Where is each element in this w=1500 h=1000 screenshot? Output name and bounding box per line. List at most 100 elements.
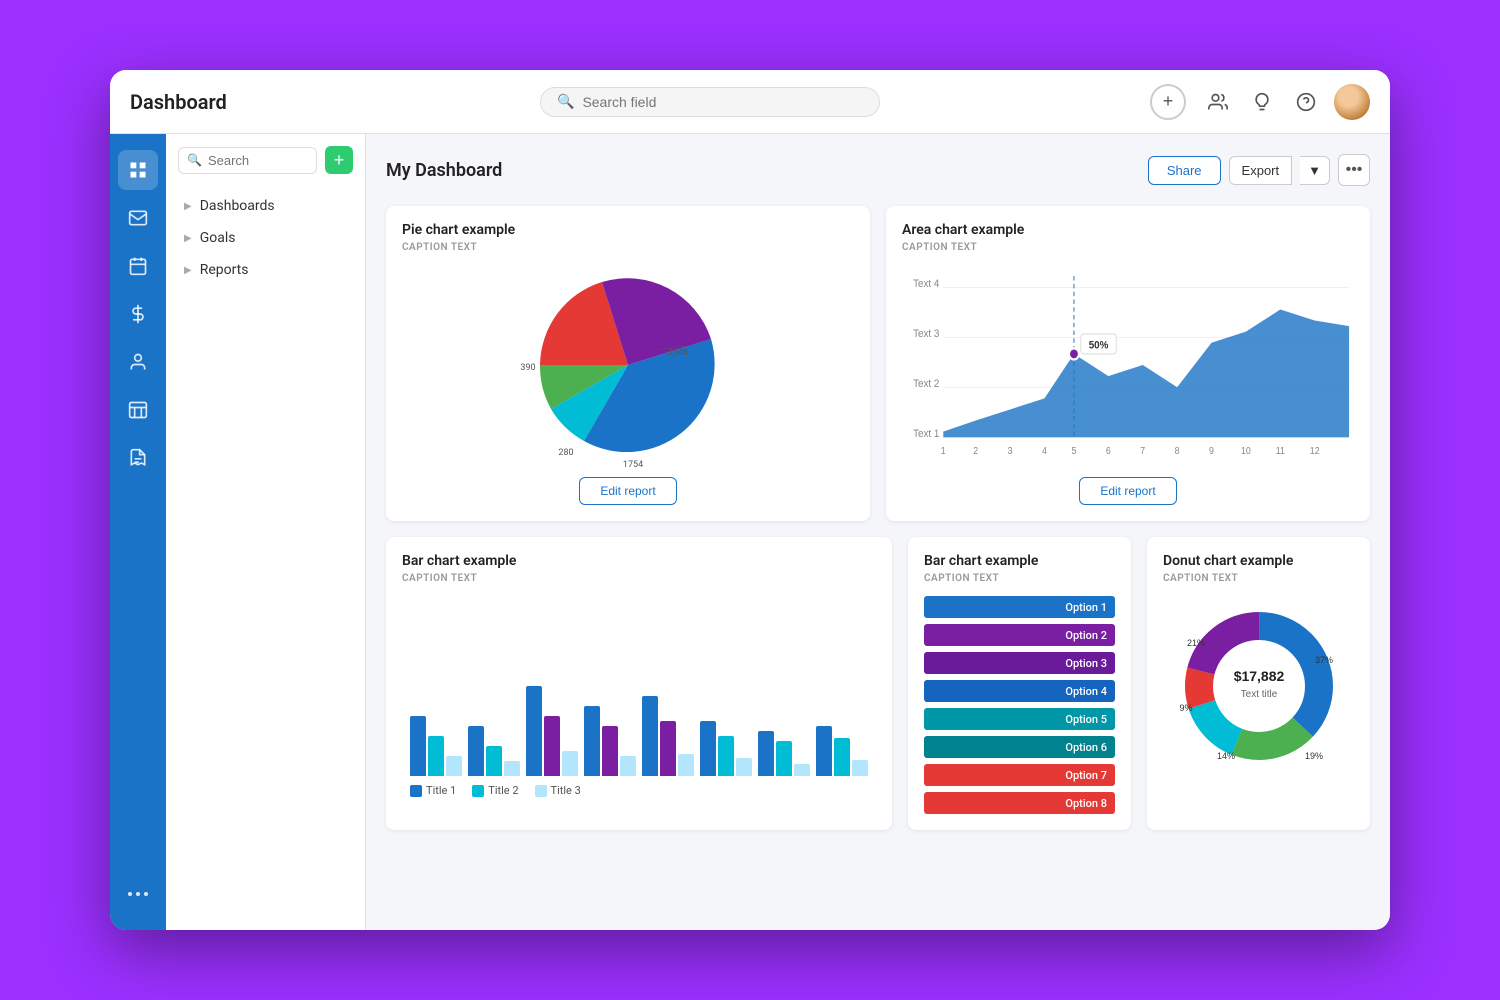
svg-text:6: 6 xyxy=(1106,444,1111,456)
area-edit-button[interactable]: Edit report xyxy=(1079,477,1176,505)
donut-center-label: Text title xyxy=(1240,689,1277,700)
pie-label-390: 390 xyxy=(520,363,535,373)
svg-text:8: 8 xyxy=(1175,444,1180,456)
bar-seg-blue xyxy=(584,706,600,776)
sidebar-item-reports[interactable]: ▶ Reports xyxy=(178,254,353,286)
bar-seg-light xyxy=(562,751,578,776)
svg-text:10: 10 xyxy=(1241,444,1251,456)
add-button[interactable]: + xyxy=(1150,84,1186,120)
bar-seg-blue xyxy=(700,721,716,776)
legend-dot-3 xyxy=(535,785,547,797)
bar-seg-cyan xyxy=(834,738,850,776)
bar-seg-purple xyxy=(660,721,676,776)
pie-label-2548: 2548 xyxy=(668,348,688,358)
svg-text:5: 5 xyxy=(1071,444,1076,456)
donut-pct-purple: 21% xyxy=(1186,638,1204,648)
bar-horizontal-chart-card: Bar chart example CAPTION TEXT Option 1 … xyxy=(908,537,1131,830)
legend-label-2: Title 2 xyxy=(488,784,518,797)
bar-seg-cyan xyxy=(486,746,502,776)
svg-text:9: 9 xyxy=(1209,444,1214,456)
avatar[interactable] xyxy=(1334,84,1370,120)
area-chart-caption: CAPTION TEXT xyxy=(902,242,1354,253)
bar-seg-light xyxy=(736,758,752,776)
bar-h-row-8: Option 8 xyxy=(924,792,1115,814)
bar-group-3 xyxy=(526,686,578,776)
sidebar-icon-person[interactable] xyxy=(118,342,158,382)
pie-chart-title: Pie chart example xyxy=(402,222,854,238)
donut-pct-green: 19% xyxy=(1304,751,1322,761)
donut-pct-blue: 37% xyxy=(1314,655,1332,665)
export-button[interactable]: Export xyxy=(1229,156,1293,185)
top-search-bar[interactable]: 🔍 xyxy=(540,87,880,117)
sidebar-search-input[interactable] xyxy=(208,153,308,168)
bar-h-bar-3: Option 3 xyxy=(924,652,1115,674)
users-icon[interactable] xyxy=(1202,86,1234,118)
pie-chart-svg: 2548 280 1754 390 xyxy=(528,265,728,465)
bar-seg-light xyxy=(678,754,694,776)
bar-v-container xyxy=(402,596,876,776)
app-frame: Dashboard 🔍 + xyxy=(110,70,1390,930)
bar-group-2 xyxy=(468,726,520,776)
plus-icon: + xyxy=(1163,91,1174,112)
bar-seg-light xyxy=(620,756,636,776)
sidebar-icon-receipt[interactable] xyxy=(118,438,158,478)
top-bar: Dashboard 🔍 + xyxy=(110,70,1390,134)
sidebar-icon-grid[interactable] xyxy=(118,150,158,190)
sidebar-add-button[interactable]: + xyxy=(325,146,353,174)
sidebar-icon-mail[interactable] xyxy=(118,198,158,238)
sidebar-search[interactable]: 🔍 xyxy=(178,147,317,174)
donut-svg: $17,882 Text title 37% 19% 14% 9% 21% xyxy=(1164,591,1354,781)
svg-text:1: 1 xyxy=(941,444,946,456)
bar-seg-cyan xyxy=(718,736,734,776)
icon-sidebar xyxy=(110,134,166,930)
export-caret-button[interactable]: ▼ xyxy=(1300,156,1330,185)
svg-text:3: 3 xyxy=(1008,444,1013,456)
sidebar-item-dashboards[interactable]: ▶ Dashboards xyxy=(178,190,353,222)
help-icon[interactable] xyxy=(1290,86,1322,118)
bar-group-1 xyxy=(410,716,462,776)
sidebar-item-label: Reports xyxy=(200,262,249,278)
bar-h-bar-5: Option 5 xyxy=(924,708,1115,730)
sidebar-item-label: Goals xyxy=(200,230,236,246)
legend-dot-1 xyxy=(410,785,422,797)
bar-group-5 xyxy=(642,696,694,776)
area-fill xyxy=(943,309,1349,437)
bar-h-label-3: Option 3 xyxy=(1065,657,1107,670)
bar-h-row-2: Option 2 xyxy=(924,624,1115,646)
chevron-right-icon: ▶ xyxy=(184,201,192,212)
bar-h-row-3: Option 3 xyxy=(924,652,1115,674)
bar-seg-cyan xyxy=(428,736,444,776)
content-area: My Dashboard Share Export ▼ ••• Pie char… xyxy=(366,134,1390,930)
svg-text:7: 7 xyxy=(1140,444,1145,456)
sidebar-icon-calendar[interactable] xyxy=(118,246,158,286)
pie-edit-button[interactable]: Edit report xyxy=(579,477,676,505)
bar-seg-light xyxy=(852,760,868,776)
main-layout: 🔍 + ▶ Dashboards ▶ Goals ▶ Reports My Da… xyxy=(110,134,1390,930)
bar-h-caption: CAPTION TEXT xyxy=(924,573,1115,584)
sidebar-icon-dollar[interactable] xyxy=(118,294,158,334)
bar-h-bar-2: Option 2 xyxy=(924,624,1115,646)
lightbulb-icon[interactable] xyxy=(1246,86,1278,118)
share-button[interactable]: Share xyxy=(1148,156,1221,185)
search-input[interactable] xyxy=(582,94,863,110)
pie-label-280: 280 xyxy=(558,448,573,458)
sidebar-icon-more[interactable] xyxy=(118,874,158,914)
pie-chart-container: 2548 280 1754 390 xyxy=(402,265,854,465)
bar-seg-blue xyxy=(758,731,774,776)
sidebar-icon-warehouse[interactable] xyxy=(118,390,158,430)
svg-text:Text 1: Text 1 xyxy=(913,429,939,441)
donut-center-circle xyxy=(1215,642,1303,730)
svg-text:2: 2 xyxy=(973,444,978,456)
more-options-button[interactable]: ••• xyxy=(1338,154,1370,186)
bar-group-7 xyxy=(758,731,810,776)
bar-v-legend: Title 1 Title 2 Title 3 xyxy=(402,784,876,797)
svg-text:11: 11 xyxy=(1276,444,1285,456)
pie-chart-card: Pie chart example CAPTION TEXT xyxy=(386,206,870,521)
svg-text:Text 2: Text 2 xyxy=(913,379,939,391)
bar-h-bar-8: Option 8 xyxy=(924,792,1115,814)
donut-caption: CAPTION TEXT xyxy=(1163,573,1354,584)
charts-top-row: Pie chart example CAPTION TEXT xyxy=(386,206,1370,521)
bar-seg-light xyxy=(446,756,462,776)
bar-h-label-1: Option 1 xyxy=(1065,601,1107,614)
sidebar-item-goals[interactable]: ▶ Goals xyxy=(178,222,353,254)
